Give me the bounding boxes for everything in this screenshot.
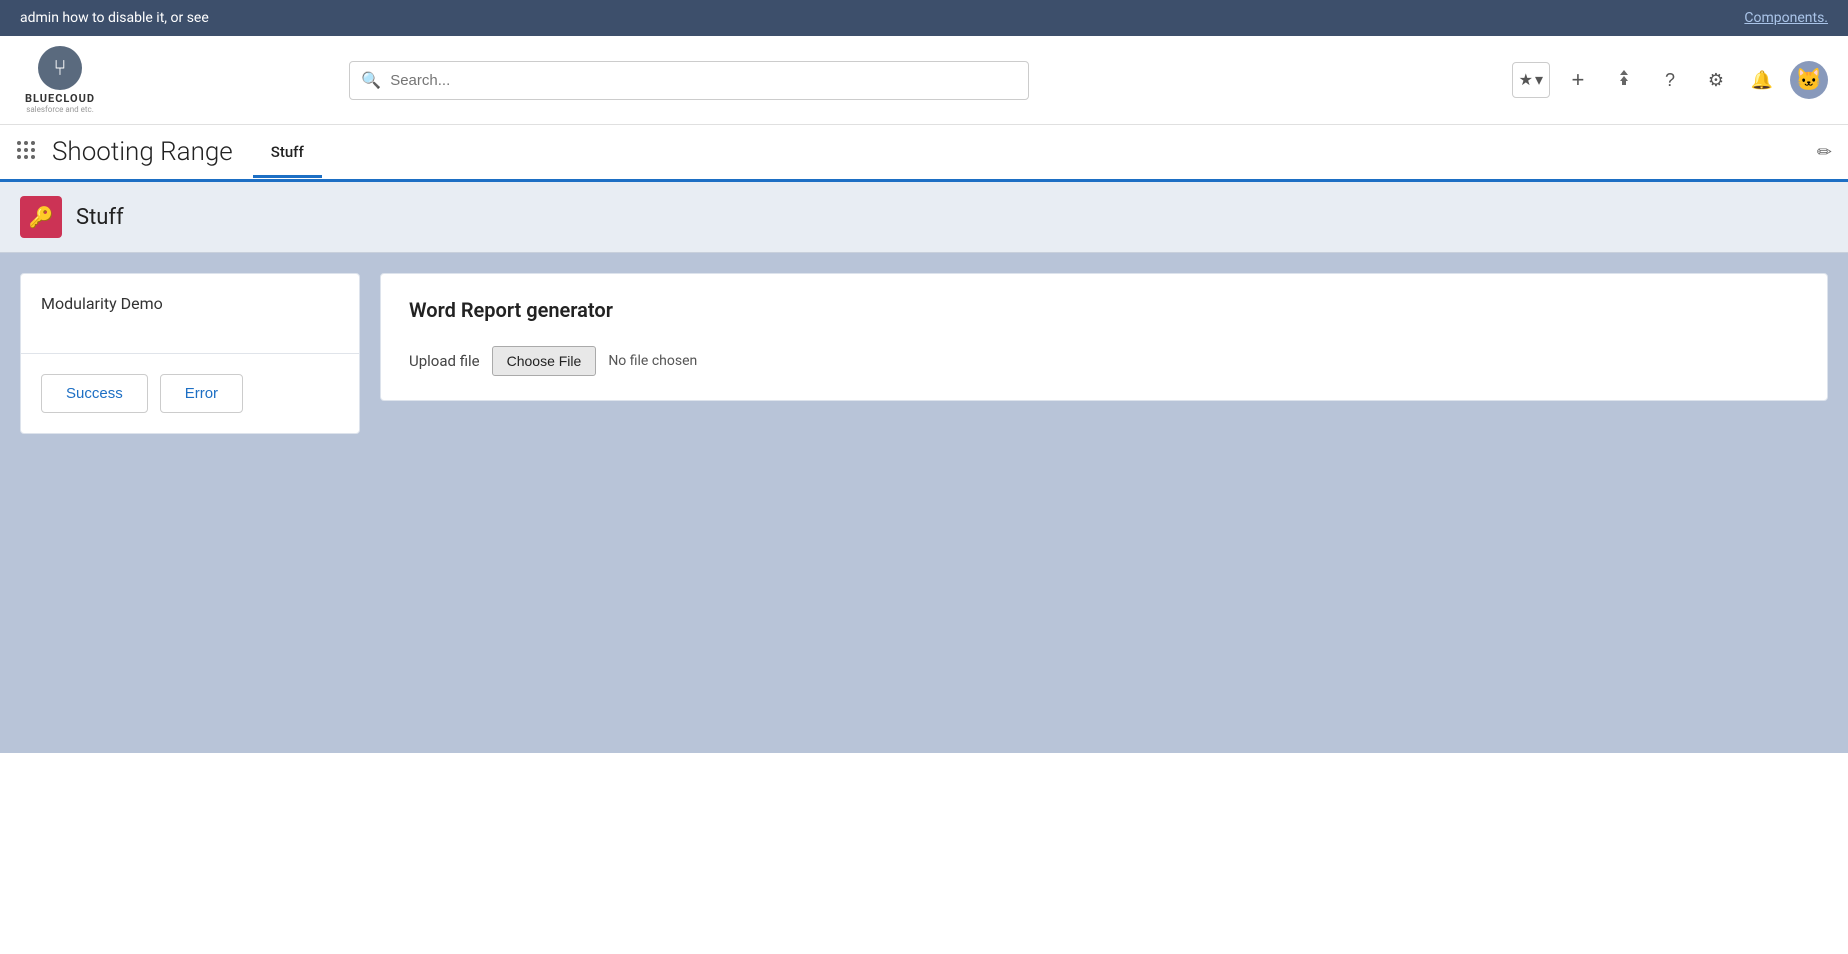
search-wrapper: 🔍 (349, 61, 1029, 100)
key-icon: 🔑 (29, 205, 54, 229)
card-top: Modularity Demo (21, 274, 359, 353)
banner-text: admin how to disable it, or see (20, 10, 209, 26)
search-bar: 🔍 (349, 61, 1029, 100)
logo: ⑂ BLUECLOUD salesforce and etc. (20, 46, 100, 114)
nav-bar: Shooting Range Stuff ✏ (0, 125, 1848, 182)
avatar-image: 🐱 (1795, 68, 1822, 93)
tab-stuff[interactable]: Stuff (253, 129, 322, 178)
modularity-demo-title: Modularity Demo (41, 294, 163, 313)
search-input[interactable] (349, 61, 1029, 100)
help-button[interactable]: ? (1652, 62, 1688, 98)
settings-button[interactable]: ⚙ (1698, 62, 1734, 98)
gear-icon: ⚙ (1708, 70, 1724, 91)
right-card: Word Report generator Upload file Choose… (380, 273, 1828, 401)
avatar[interactable]: 🐱 (1790, 61, 1828, 99)
add-button[interactable]: + (1560, 62, 1596, 98)
question-icon: ? (1665, 70, 1675, 91)
main-content: Modularity Demo Success Error Word Repor… (0, 253, 1848, 753)
upload-label: Upload file (409, 352, 480, 370)
bell-icon: 🔔 (1751, 70, 1773, 91)
waffle-button[interactable] (1606, 62, 1642, 98)
top-banner: admin how to disable it, or see Componen… (0, 0, 1848, 36)
components-link[interactable]: Components. (1744, 10, 1828, 26)
logo-subtext: salesforce and etc. (26, 105, 94, 114)
logo-icon: ⑂ (38, 46, 82, 90)
no-file-text: No file chosen (608, 353, 697, 369)
choose-file-button[interactable]: Choose File (492, 346, 597, 376)
grid-icon[interactable] (16, 140, 36, 165)
word-report-section: Word Report generator Upload file Choose… (381, 274, 1827, 400)
logo-name: BLUECLOUD (25, 92, 95, 105)
plus-icon: + (1572, 67, 1585, 93)
app-title: Shooting Range (52, 125, 233, 179)
notifications-button[interactable]: 🔔 (1744, 62, 1780, 98)
search-icon: 🔍 (361, 71, 381, 90)
starred-button[interactable]: ★ ▾ (1512, 62, 1550, 98)
chevron-down-icon: ▾ (1535, 70, 1543, 90)
sub-header-title: Stuff (76, 205, 124, 230)
left-card: Modularity Demo Success Error (20, 273, 360, 434)
word-report-title: Word Report generator (409, 298, 1799, 322)
stuff-icon: 🔑 (20, 196, 62, 238)
success-button[interactable]: Success (41, 374, 148, 413)
star-icon: ★ (1519, 70, 1533, 90)
sub-header: 🔑 Stuff (0, 182, 1848, 253)
header-icons: ★ ▾ + ? ⚙ 🔔 🐱 (1512, 61, 1828, 99)
card-bottom: Success Error (21, 354, 359, 433)
tree-icon (1614, 68, 1634, 93)
edit-icon[interactable]: ✏ (1817, 142, 1832, 163)
header: ⑂ BLUECLOUD salesforce and etc. 🔍 ★ ▾ + (0, 36, 1848, 125)
upload-row: Upload file Choose File No file chosen (409, 346, 1799, 376)
logo-symbol: ⑂ (53, 56, 66, 81)
error-button[interactable]: Error (160, 374, 243, 413)
